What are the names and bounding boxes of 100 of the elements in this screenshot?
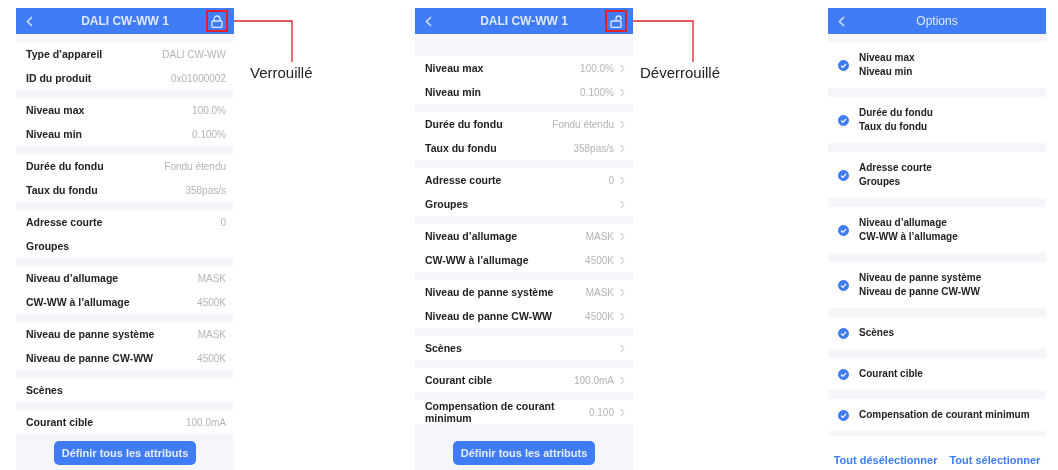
option-label: Scènes [859,326,895,340]
setting-value: 100.0% [192,104,226,116]
setting-value: Fondu étendu [552,118,614,130]
setting-value: MASK [197,328,226,340]
setting-label: Niveau min [26,128,84,140]
setting-value: MASK [585,230,614,242]
chevron-right-icon [620,255,625,265]
checkbox[interactable] [838,169,849,181]
back-icon [26,15,33,27]
select-all-button[interactable]: Tout sélectionner [943,452,1046,468]
screen-title: Options [915,14,959,28]
setting-label: Adresse courte [26,216,104,228]
setting-label: Taux du fondu [425,142,498,154]
setting-label: Scènes [425,342,463,354]
option-item[interactable]: Niveau d’allumage CW-WW à l’allumage [828,207,1046,253]
setting-value: DALI CW-WW [162,48,226,60]
option-item[interactable]: Niveau max Niveau min [828,42,1046,88]
option-label: Durée du fondu Taux du fondu [859,106,933,134]
setting-value: 0.100 [588,406,614,418]
option-label: Niveau de panne système Niveau de panne CW-WW [859,271,982,299]
setting-label: Niveau de panne système [425,286,555,298]
checkbox[interactable] [838,224,849,236]
setting-label: Durée du fondu [26,160,105,172]
option-item[interactable]: Scènes [828,317,1046,349]
setting-label: Niveau max [26,104,86,116]
screen-title: DALI CW-WW 1 [80,14,170,28]
lock-button[interactable] [206,10,228,32]
annotation-label: Déverrouillé [640,64,722,81]
option-item[interactable]: Courant cible [828,358,1046,390]
setting-value: 4500K [585,254,614,266]
setting-label: CW-WW à l’allumage [26,296,131,308]
deselect-all-button[interactable]: Tout désélectionner [828,452,944,468]
setting-value: 358pas/s [573,142,614,154]
setting-value: 0.100% [580,86,614,98]
option-label: Niveau d’allumage CW-WW à l’allumage [859,216,958,244]
setting-label: Taux du fondu [26,184,99,196]
leader-line [633,20,694,62]
setting-label: Courant cible [26,416,95,428]
setting-label: CW-WW à l’allumage [425,254,530,266]
setting-value: MASK [197,272,226,284]
leader-line [234,20,293,62]
checkbox[interactable] [838,327,849,339]
checkbox[interactable] [838,59,849,71]
option-label: Adresse courte Groupes [859,161,932,189]
setting-value: 0x01000002 [170,72,226,84]
chevron-right-icon [620,231,625,241]
chevron-right-icon [620,407,625,417]
option-label: Courant cible [859,367,923,381]
setting-label: Durée du fondu [425,118,504,130]
setting-value: 100.0mA [573,374,614,386]
option-item[interactable]: Adresse courte Groupes [828,152,1046,198]
option-item[interactable]: Niveau de panne système Niveau de panne CW-WW [828,262,1046,308]
lock-button[interactable] [605,10,627,32]
screen-title: DALI CW-WW 1 [479,14,569,28]
setting-value: 0 [220,216,226,228]
setting-label: Adresse courte [425,174,503,186]
setting-label: ID du produit [26,72,93,84]
chevron-right-icon [620,199,625,209]
checkbox[interactable] [838,368,849,380]
back-button[interactable] [838,15,845,27]
chevron-right-icon [620,119,625,129]
option-label: Compensation de courant minimum [859,408,1030,422]
chevron-right-icon [620,343,625,353]
setting-label: Niveau max [425,62,485,74]
setting-value: Fondu étendu [164,160,226,172]
setting-label: Groupes [425,198,470,210]
setting-label: Compensation de courant minimum [425,400,556,424]
chevron-right-icon [620,63,625,73]
setting-value: MASK [585,286,614,298]
setting-value: 100.0% [580,62,614,74]
option-item[interactable]: Compensation de courant minimum [828,399,1046,431]
checkbox[interactable] [838,279,849,291]
chevron-right-icon [620,143,625,153]
back-button[interactable] [26,15,33,27]
setting-value: 100.0mA [185,416,226,428]
setting-value: 4500K [585,310,614,322]
back-icon [425,15,432,27]
setting-value: 0.100% [192,128,226,140]
setting-label: Scènes [26,384,64,396]
chevron-right-icon [620,375,625,385]
setting-label: Courant cible [425,374,494,386]
chevron-right-icon [620,311,625,321]
setting-label: Niveau min [425,86,483,98]
setting-label: Niveau de panne CW-WW [26,352,154,364]
setting-value: 4500K [197,352,226,364]
setting-label: Niveau d’allumage [26,272,120,284]
setting-label: Niveau de panne CW-WW [425,310,553,322]
setting-label: Niveau de panne système [26,328,156,340]
option-item[interactable]: Durée du fondu Taux du fondu [828,97,1046,143]
back-button[interactable] [425,15,432,27]
setting-value: 0 [608,174,614,186]
setting-label: Type d’appareil [26,48,104,60]
option-label: Niveau max Niveau min [859,51,915,79]
checkbox[interactable] [838,409,849,421]
setting-value: 358pas/s [185,184,226,196]
checkbox[interactable] [838,114,849,126]
setting-value: 4500K [197,296,226,308]
setting-label: Niveau d’allumage [425,230,519,242]
back-icon [838,15,845,27]
setting-label: Groupes [26,240,71,252]
